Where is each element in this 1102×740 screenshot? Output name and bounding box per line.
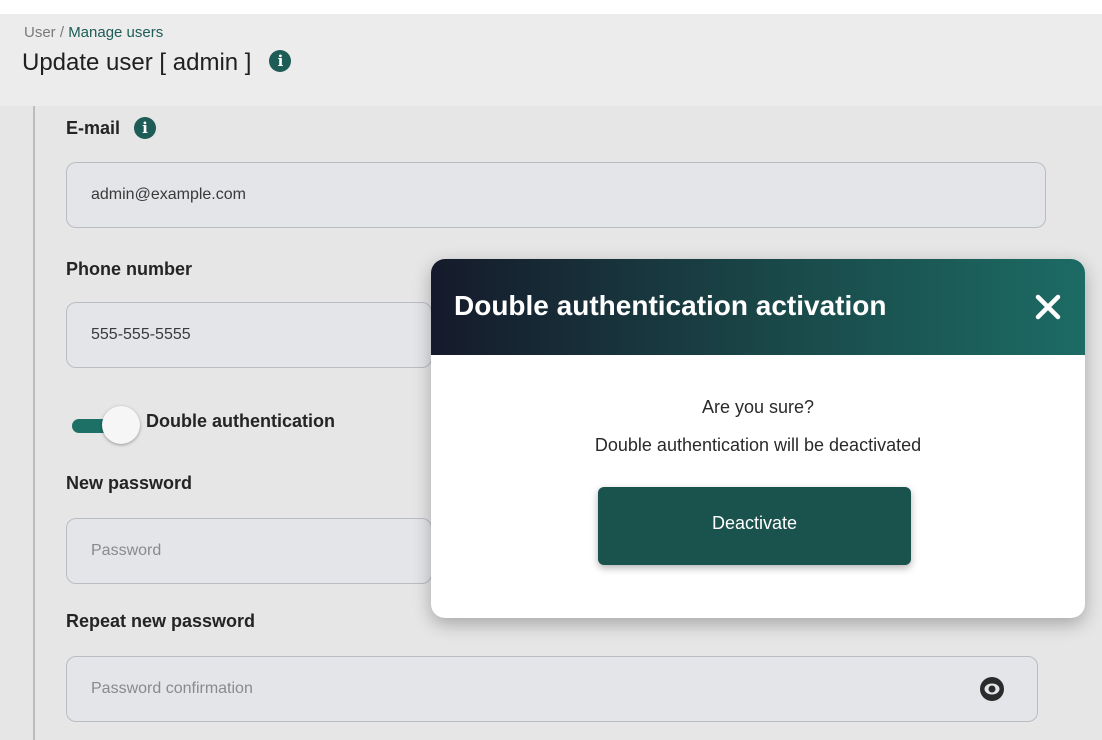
modal-message: Double authentication will be deactivate… — [594, 435, 922, 455]
close-icon[interactable] — [1031, 290, 1065, 324]
double-auth-modal: Double authentication activation Are you… — [431, 259, 1085, 618]
breadcrumb-root[interactable]: User — [24, 24, 56, 41]
phone-value: 555-555-5555 — [91, 326, 191, 343]
new-password-placeholder: Password — [91, 542, 162, 559]
modal-title: Double authentication activation — [454, 290, 887, 321]
email-value: admin@example.com — [91, 186, 246, 203]
breadcrumb-manage-users[interactable]: Manage users — [68, 24, 163, 41]
new-password-field[interactable]: Password — [66, 518, 432, 584]
new-password-label-row: New password — [66, 473, 192, 494]
new-password-label: New password — [66, 473, 193, 493]
double-auth-label: Double authentication — [146, 411, 335, 431]
repeat-password-label-row: Repeat new password — [66, 611, 255, 632]
modal-header: Double authentication activation — [431, 259, 1085, 355]
side-divider — [33, 106, 35, 740]
breadcrumb-separator: / — [55, 24, 69, 41]
repeat-password-placeholder: Password confirmation — [91, 680, 253, 697]
breadcrumb: User / Manage users — [24, 24, 163, 41]
page-title: Update user [ admin ] — [22, 49, 252, 76]
phone-label: Phone number — [66, 259, 193, 279]
email-info-icon[interactable]: i — [134, 117, 157, 139]
phone-field[interactable]: 555-555-5555 — [66, 302, 432, 368]
deactivate-button[interactable]: Deactivate — [598, 487, 911, 565]
eye-icon[interactable] — [977, 674, 1007, 704]
email-label: E-mail — [66, 117, 121, 138]
info-icon[interactable]: i — [269, 50, 292, 72]
email-label-row: E-mail i — [66, 117, 157, 139]
double-auth-toggle[interactable] — [72, 406, 140, 444]
modal-question: Are you sure? — [701, 397, 815, 417]
phone-label-row: Phone number — [66, 259, 192, 280]
toggle-knob — [102, 406, 140, 444]
repeat-password-field[interactable]: Password confirmation — [66, 656, 1038, 722]
page-title-row: Update user [ admin ] i — [22, 49, 292, 77]
repeat-password-label: Repeat new password — [66, 611, 256, 631]
email-field[interactable]: admin@example.com — [66, 162, 1046, 228]
